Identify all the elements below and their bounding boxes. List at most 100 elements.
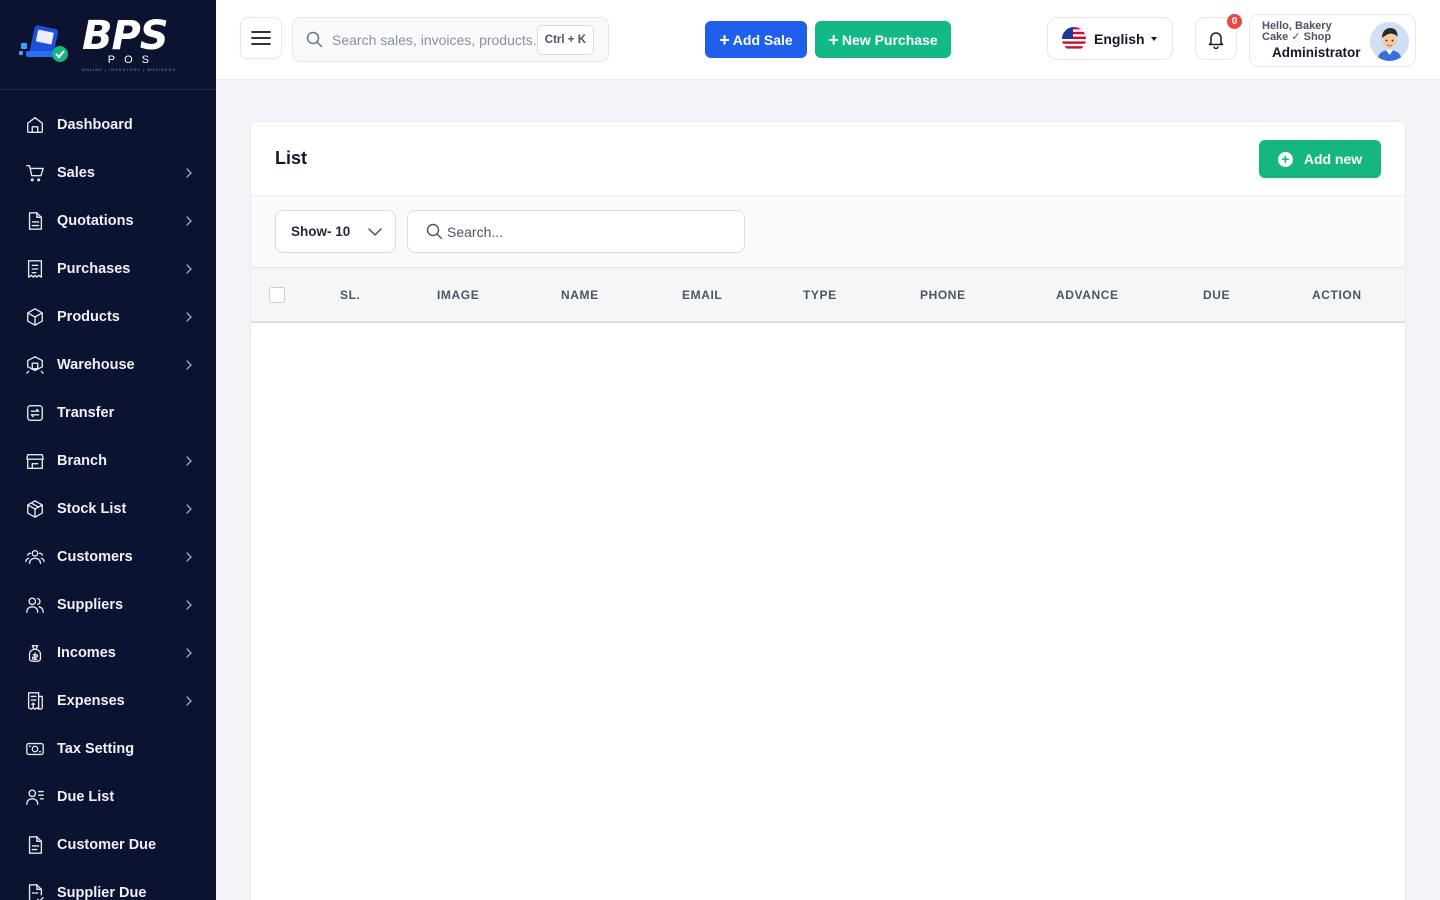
sidebar-item-dashboard[interactable]: Dashboard (0, 101, 216, 149)
page-title: List (275, 148, 308, 168)
column-header-image[interactable]: IMAGE (437, 288, 479, 302)
table-search-field[interactable] (407, 210, 745, 253)
sidebar-item-quotations[interactable]: Quotations (0, 197, 216, 245)
new-purchase-button[interactable]: + New Purchase (815, 21, 951, 58)
sidebar-item-sales[interactable]: Sales (0, 149, 216, 197)
select-all-checkbox[interactable] (269, 287, 285, 303)
column-header-type[interactable]: TYPE (803, 288, 837, 302)
warehouse-icon (24, 354, 46, 376)
plus-icon: + (719, 29, 730, 50)
sidebar-item-suppliers[interactable]: Suppliers (0, 581, 216, 629)
sidebar-item-label: Purchases (57, 261, 131, 277)
column-header-sl[interactable]: SL. (340, 288, 360, 302)
search-icon (426, 223, 443, 240)
sidebar-item-label: Due List (57, 789, 115, 805)
list-card: List + Add new Show- 10 SL. IMAGE NAME E… (250, 121, 1406, 900)
us-flag-icon (1062, 26, 1086, 51)
plus-icon: + (828, 29, 839, 50)
sidebar-item-products[interactable]: Products (0, 293, 216, 341)
add-sale-label: Add Sale (732, 31, 793, 48)
transfer-icon (24, 402, 46, 424)
language-selector[interactable]: English (1047, 17, 1173, 60)
chevron-right-icon (186, 168, 192, 178)
column-header-advance[interactable]: ADVANCE (1056, 288, 1119, 302)
sidebar-item-supplier-due[interactable]: Supplier Due (0, 869, 216, 900)
chevron-right-icon (186, 264, 192, 274)
pos-terminal-icon (18, 21, 76, 69)
sidebar-item-label: Dashboard (57, 117, 133, 133)
global-search-placeholder: Search sales, invoices, products... (332, 31, 542, 48)
plus-circle-icon: + (1277, 151, 1293, 167)
chevron-right-icon (186, 696, 192, 706)
box-icon (24, 306, 46, 328)
document-check-icon (24, 882, 46, 900)
sidebar-item-label: Tax Setting (57, 741, 135, 757)
invoice-icon (24, 690, 46, 712)
sidebar-item-customer-due[interactable]: Customer Due (0, 821, 216, 869)
column-header-name[interactable]: NAME (561, 288, 599, 302)
shortcut-hint: Ctrl + K (536, 25, 594, 55)
user-menu[interactable]: Hello, Bakery Cake ✓ Shop Administrator (1249, 14, 1416, 67)
sidebar-item-label: Branch (57, 453, 107, 469)
search-icon (306, 31, 323, 48)
chevron-right-icon (186, 216, 192, 226)
sidebar-item-stock-list[interactable]: Stock List (0, 485, 216, 533)
table-header: SL. IMAGE NAME EMAIL TYPE PHONE ADVANCE … (251, 268, 1405, 323)
bell-icon (1208, 31, 1224, 49)
sidebar-item-transfer[interactable]: Transfer (0, 389, 216, 437)
user-greeting: Hello, Bakery Cake ✓ Shop (1262, 20, 1332, 43)
sidebar-item-due-list[interactable]: Due List (0, 773, 216, 821)
table-filters: Show- 10 (251, 196, 1405, 268)
page-size-select[interactable]: Show- 10 (275, 210, 396, 253)
caret-down-icon (1151, 37, 1157, 41)
brand-name: BPS (82, 12, 169, 59)
sidebar-item-incomes[interactable]: Incomes (0, 629, 216, 677)
global-search-input[interactable]: Search sales, invoices, products... Ctrl… (292, 17, 609, 62)
sidebar-item-label: Suppliers (57, 597, 124, 613)
sidebar-item-label: Incomes (57, 645, 116, 661)
column-header-email[interactable]: EMAIL (682, 288, 722, 302)
chevron-down-icon (368, 228, 382, 236)
sidebar-item-label: Warehouse (57, 357, 135, 373)
column-header-due[interactable]: DUE (1203, 288, 1230, 302)
sidebar-item-tax-setting[interactable]: Tax Setting (0, 725, 216, 773)
cube-icon (24, 498, 46, 520)
file-icon (24, 210, 46, 232)
tax-icon (24, 738, 46, 760)
money-bag-icon (24, 642, 46, 664)
sidebar-item-label: Transfer (57, 405, 115, 421)
home-icon (24, 114, 46, 136)
sidebar-item-label: Products (57, 309, 120, 325)
user-group-icon (24, 594, 46, 616)
card-header: List + Add new (251, 122, 1405, 196)
sidebar-item-customers[interactable]: Customers (0, 533, 216, 581)
add-new-button[interactable]: + Add new (1259, 140, 1381, 178)
add-sale-button[interactable]: + Add Sale (705, 21, 807, 58)
brand-sub: POS (107, 53, 158, 66)
table-search-input[interactable] (447, 223, 727, 240)
column-header-action[interactable]: ACTION (1312, 288, 1362, 302)
sidebar-nav: Dashboard Sales Quotations Purchases Product… (0, 90, 216, 900)
chevron-right-icon (186, 456, 192, 466)
column-header-phone[interactable]: PHONE (920, 288, 966, 302)
add-new-label: Add new (1303, 151, 1363, 167)
sidebar: BPS POS ONLINE | INVENTORY | BUSINESS Da… (0, 0, 216, 900)
cart-icon (24, 162, 46, 184)
brand-logo[interactable]: BPS POS ONLINE | INVENTORY | BUSINESS (0, 0, 216, 90)
sidebar-item-label: Quotations (57, 213, 134, 229)
hamburger-icon (251, 31, 271, 45)
language-label: English (1094, 30, 1145, 47)
sidebar-item-warehouse[interactable]: Warehouse (0, 341, 216, 389)
avatar (1370, 22, 1409, 61)
chevron-right-icon (186, 648, 192, 658)
document-icon (24, 834, 46, 856)
menu-toggle-button[interactable] (240, 17, 282, 59)
notifications-button[interactable]: 0 (1195, 14, 1242, 60)
chevron-right-icon (186, 360, 192, 370)
sidebar-item-label: Customer Due (57, 837, 157, 853)
sidebar-item-purchases[interactable]: Purchases (0, 245, 216, 293)
user-role: Administrator (1272, 45, 1361, 60)
sidebar-item-expenses[interactable]: Expenses (0, 677, 216, 725)
chevron-right-icon (186, 312, 192, 322)
sidebar-item-branch[interactable]: Branch (0, 437, 216, 485)
